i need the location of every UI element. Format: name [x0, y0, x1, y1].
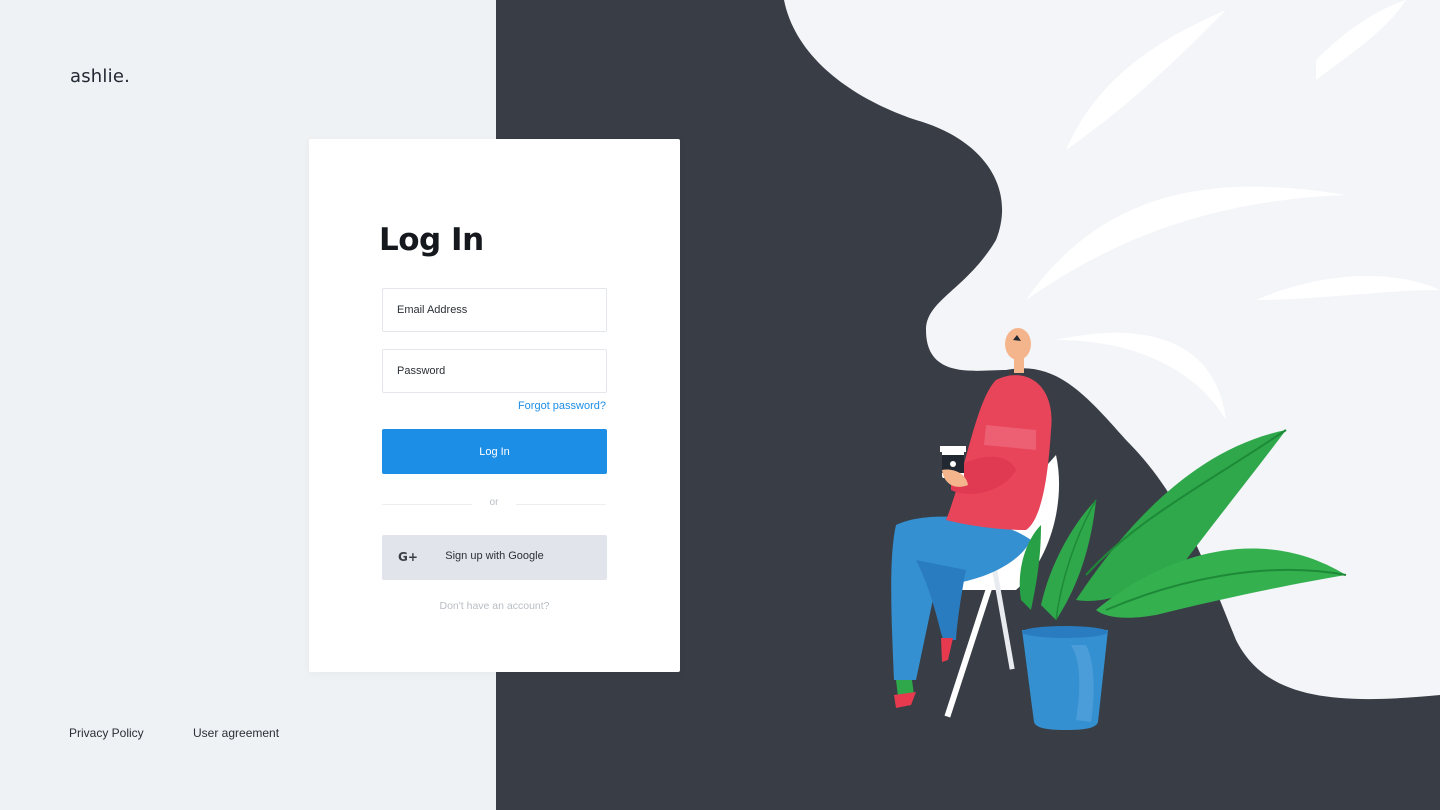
- forgot-password-link[interactable]: Forgot password?: [499, 400, 606, 412]
- email-field[interactable]: [383, 289, 606, 331]
- divider-or: or: [489, 497, 499, 508]
- user-agreement-link[interactable]: User agreement: [193, 726, 279, 740]
- divider-line-right: [516, 504, 606, 505]
- password-field-wrapper: [382, 349, 607, 393]
- login-card: Log In Forgot password? Log In or G+ Sig…: [309, 139, 680, 672]
- login-button[interactable]: Log In: [382, 429, 607, 474]
- page-title: Log In: [379, 222, 484, 258]
- google-signup-button[interactable]: G+ Sign up with Google: [382, 535, 607, 580]
- privacy-policy-link[interactable]: Privacy Policy: [69, 726, 144, 740]
- email-field-wrapper: [382, 288, 607, 332]
- divider-line-left: [382, 504, 472, 505]
- signup-link[interactable]: Don't have an account?: [382, 600, 607, 612]
- password-field[interactable]: [383, 350, 606, 392]
- brand-logo[interactable]: ashlie.: [70, 66, 130, 87]
- google-signup-label: Sign up with Google: [445, 550, 544, 562]
